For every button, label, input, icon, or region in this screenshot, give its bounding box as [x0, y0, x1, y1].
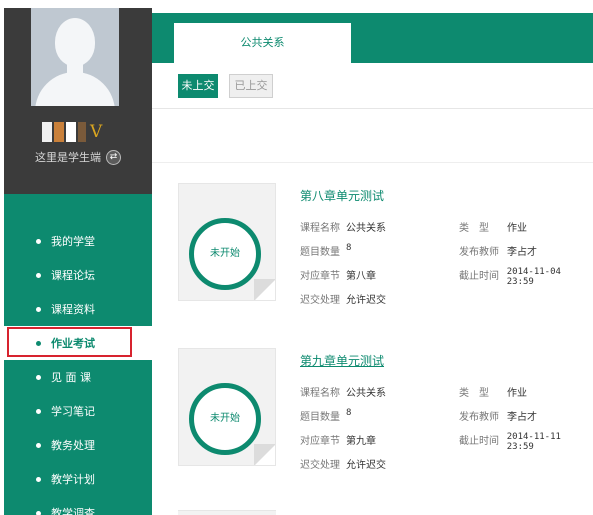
sidebar-item-label: 我的学堂: [51, 235, 95, 248]
count-value: 8: [346, 408, 352, 418]
not-submitted-button[interactable]: 未上交: [178, 74, 218, 98]
course-value: 公共关系: [346, 388, 386, 399]
avatar[interactable]: [31, 8, 119, 106]
deadline-value: 2014-11-04 23:59: [506, 267, 561, 287]
chapter-value: 第九章: [346, 436, 376, 447]
page-fold-icon: [254, 279, 275, 300]
switch-role-icon[interactable]: ⇄: [106, 149, 121, 165]
chapter-value: 第八章: [346, 271, 376, 282]
sidebar-item-label: 见 面 课: [51, 371, 91, 384]
username-mosaic: [78, 122, 86, 142]
divider: [152, 162, 593, 163]
deadline-value: 2014-11-11 23:59: [506, 432, 561, 452]
sidebar-item-label: 学习笔记: [51, 405, 95, 418]
avatar-head-shape: [55, 18, 95, 66]
username-suffix: V: [90, 122, 103, 142]
tab-course[interactable]: 公共关系: [174, 23, 351, 63]
task-type-row: 类 型 作业: [459, 219, 527, 234]
type-value: 作业: [507, 388, 527, 399]
teacher-value: 李占才: [507, 412, 537, 423]
sidebar-item-label: 课程资料: [51, 303, 95, 316]
count-label: 题目数量: [300, 412, 340, 423]
late-value: 允许迟交: [346, 460, 386, 471]
late-label: 迟交处理: [300, 295, 340, 306]
sidebar-item-meeting-class[interactable]: 见 面 课: [4, 360, 152, 394]
sidebar: V 这里是学生端 ⇄ 我的学堂 课程论坛 课程资料 作业考试 见 面 课 学习笔…: [4, 8, 152, 515]
avatar-body-shape: [35, 72, 115, 106]
task-course-row: 课程名称 公共关系: [300, 384, 386, 399]
task-paper-thumbnail-partial: [178, 510, 276, 515]
role-text: 这里是学生端: [35, 151, 101, 164]
bullet-icon: [36, 510, 41, 515]
deadline-label: 截止时间: [459, 271, 499, 282]
bullet-icon: [36, 306, 41, 312]
sidebar-item-teaching-plan[interactable]: 教学计划: [4, 462, 152, 496]
sidebar-item-academic-affairs[interactable]: 教务处理: [4, 428, 152, 462]
task-late-row: 迟交处理 允许迟交: [300, 456, 386, 471]
course-value: 公共关系: [346, 223, 386, 234]
sidebar-item-course-materials[interactable]: 课程资料: [4, 292, 152, 326]
task-deadline-row: 截止时间 2014-11-04 23:59: [459, 267, 593, 287]
sidebar-item-label: 教务处理: [51, 439, 95, 452]
chapter-label: 对应章节: [300, 436, 340, 447]
bullet-icon: [36, 238, 41, 244]
sidebar-item-my-classroom[interactable]: 我的学堂: [4, 224, 152, 258]
sidebar-item-course-forum[interactable]: 课程论坛: [4, 258, 152, 292]
task-card: 未开始 第九章单元测试 课程名称 公共关系 题目数量 8 对应章节 第九章 迟交…: [178, 348, 593, 471]
sidebar-item-label: 教学调查: [51, 507, 95, 515]
sidebar-item-teaching-survey[interactable]: 教学调查: [4, 496, 152, 515]
task-card: 未开始 第八章单元测试 课程名称 公共关系 题目数量 8 对应章节 第八章 迟交…: [178, 183, 593, 306]
username-mosaic: [42, 122, 52, 142]
status-badge: 未开始: [189, 383, 261, 455]
task-course-row: 课程名称 公共关系: [300, 219, 386, 234]
type-value: 作业: [507, 223, 527, 234]
teacher-label: 发布教师: [459, 247, 499, 258]
task-paper-thumbnail: 未开始: [178, 183, 276, 301]
task-paper-thumbnail: 未开始: [178, 348, 276, 466]
bullet-icon: [36, 442, 41, 448]
bullet-icon: [36, 408, 41, 414]
deadline-label: 截止时间: [459, 436, 499, 447]
type-label: 类 型: [459, 223, 489, 234]
teacher-value: 李占才: [507, 247, 537, 258]
username-mosaic: [66, 122, 76, 142]
bullet-icon: [36, 476, 41, 482]
sidebar-item-study-notes[interactable]: 学习笔记: [4, 394, 152, 428]
course-header-bar: 公共关系: [152, 13, 593, 63]
count-label: 题目数量: [300, 247, 340, 258]
task-type-row: 类 型 作业: [459, 384, 527, 399]
late-label: 迟交处理: [300, 460, 340, 471]
submitted-button[interactable]: 已上交: [229, 74, 273, 98]
chapter-label: 对应章节: [300, 271, 340, 282]
username: V: [42, 116, 102, 142]
type-label: 类 型: [459, 388, 489, 399]
task-title[interactable]: 第八章单元测试: [300, 187, 384, 204]
course-label: 课程名称: [300, 223, 340, 234]
task-teacher-row: 发布教师 李占才: [459, 408, 537, 423]
bullet-icon: [36, 272, 41, 278]
task-count-row: 题目数量 8: [300, 243, 351, 258]
username-mosaic: [54, 122, 64, 142]
page-fold-icon: [254, 444, 275, 465]
bullet-icon: [36, 374, 41, 380]
task-count-row: 题目数量 8: [300, 408, 351, 423]
profile-panel: V 这里是学生端 ⇄: [4, 8, 152, 194]
task-teacher-row: 发布教师 李占才: [459, 243, 537, 258]
task-late-row: 迟交处理 允许迟交: [300, 291, 386, 306]
filter-row: 未上交 已上交: [152, 63, 593, 109]
count-value: 8: [346, 243, 352, 253]
sidebar-item-label: 课程论坛: [51, 269, 95, 282]
task-chapter-row: 对应章节 第八章: [300, 267, 376, 282]
late-value: 允许迟交: [346, 295, 386, 306]
highlight-annotation-box: [7, 327, 132, 357]
task-chapter-row: 对应章节 第九章: [300, 432, 376, 447]
role-row: 这里是学生端 ⇄: [4, 149, 152, 165]
sidebar-item-label: 教学计划: [51, 473, 95, 486]
task-title[interactable]: 第九章单元测试: [300, 352, 384, 369]
task-deadline-row: 截止时间 2014-11-11 23:59: [459, 432, 593, 452]
course-label: 课程名称: [300, 388, 340, 399]
status-badge: 未开始: [189, 218, 261, 290]
teacher-label: 发布教师: [459, 412, 499, 423]
